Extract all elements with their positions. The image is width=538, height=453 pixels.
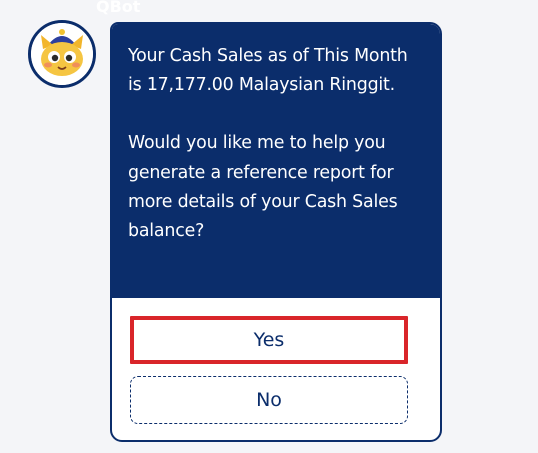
bot-avatar (28, 20, 96, 88)
cat-mascot-icon (31, 23, 93, 85)
chat-message-bubble: Your Cash Sales as of This Month is 17,1… (110, 22, 442, 442)
bot-message: Your Cash Sales as of This Month is 17,1… (112, 24, 440, 298)
no-button[interactable]: No (130, 376, 408, 424)
yes-button[interactable]: Yes (130, 316, 408, 364)
message-paragraph-report-offer: Would you like me to help you generate a… (128, 133, 398, 242)
message-paragraph-cash-sales: Your Cash Sales as of This Month is 17,1… (128, 46, 408, 96)
bot-name: QBot (96, 0, 141, 16)
